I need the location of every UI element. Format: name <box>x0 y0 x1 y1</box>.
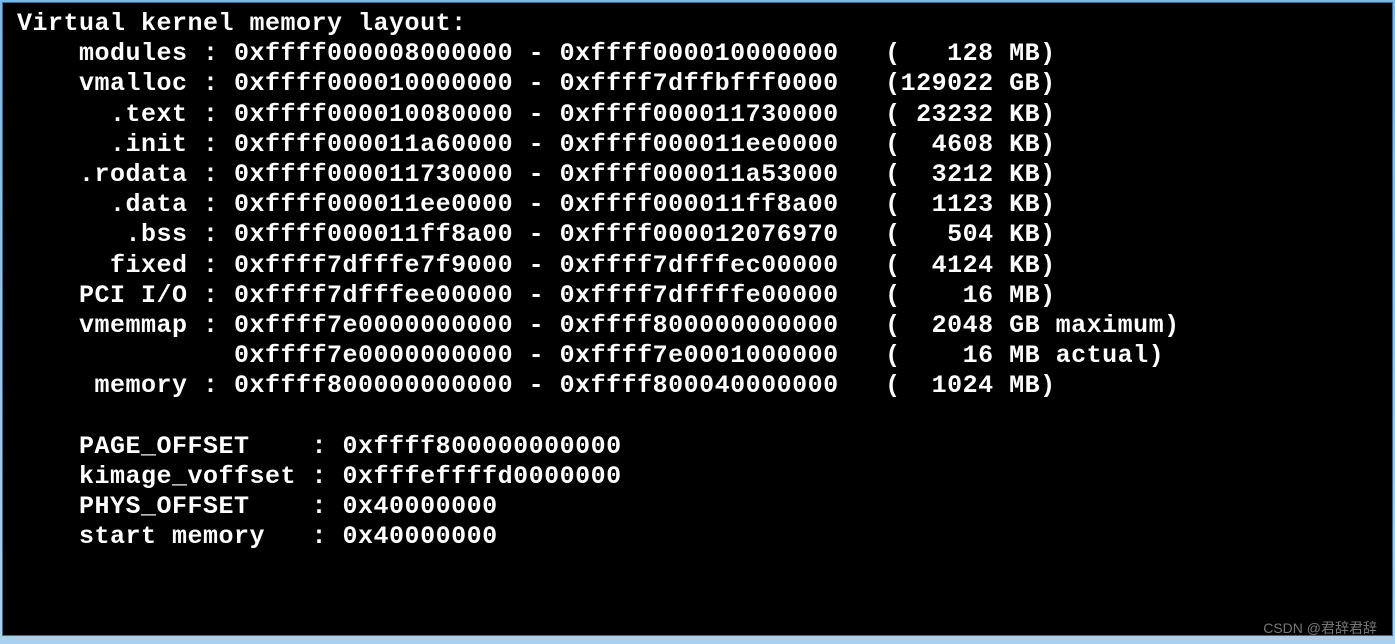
memory-regions: modules : 0xffff000008000000 - 0xffff000… <box>17 39 1180 400</box>
memory-offsets: PAGE_OFFSET : 0xffff800000000000 kimage_… <box>17 432 622 552</box>
watermark-text: CSDN @君辞君辞 <box>1263 618 1377 638</box>
layout-title: Virtual kernel memory layout: <box>17 9 467 38</box>
terminal-output: Virtual kernel memory layout: modules : … <box>2 2 1393 636</box>
